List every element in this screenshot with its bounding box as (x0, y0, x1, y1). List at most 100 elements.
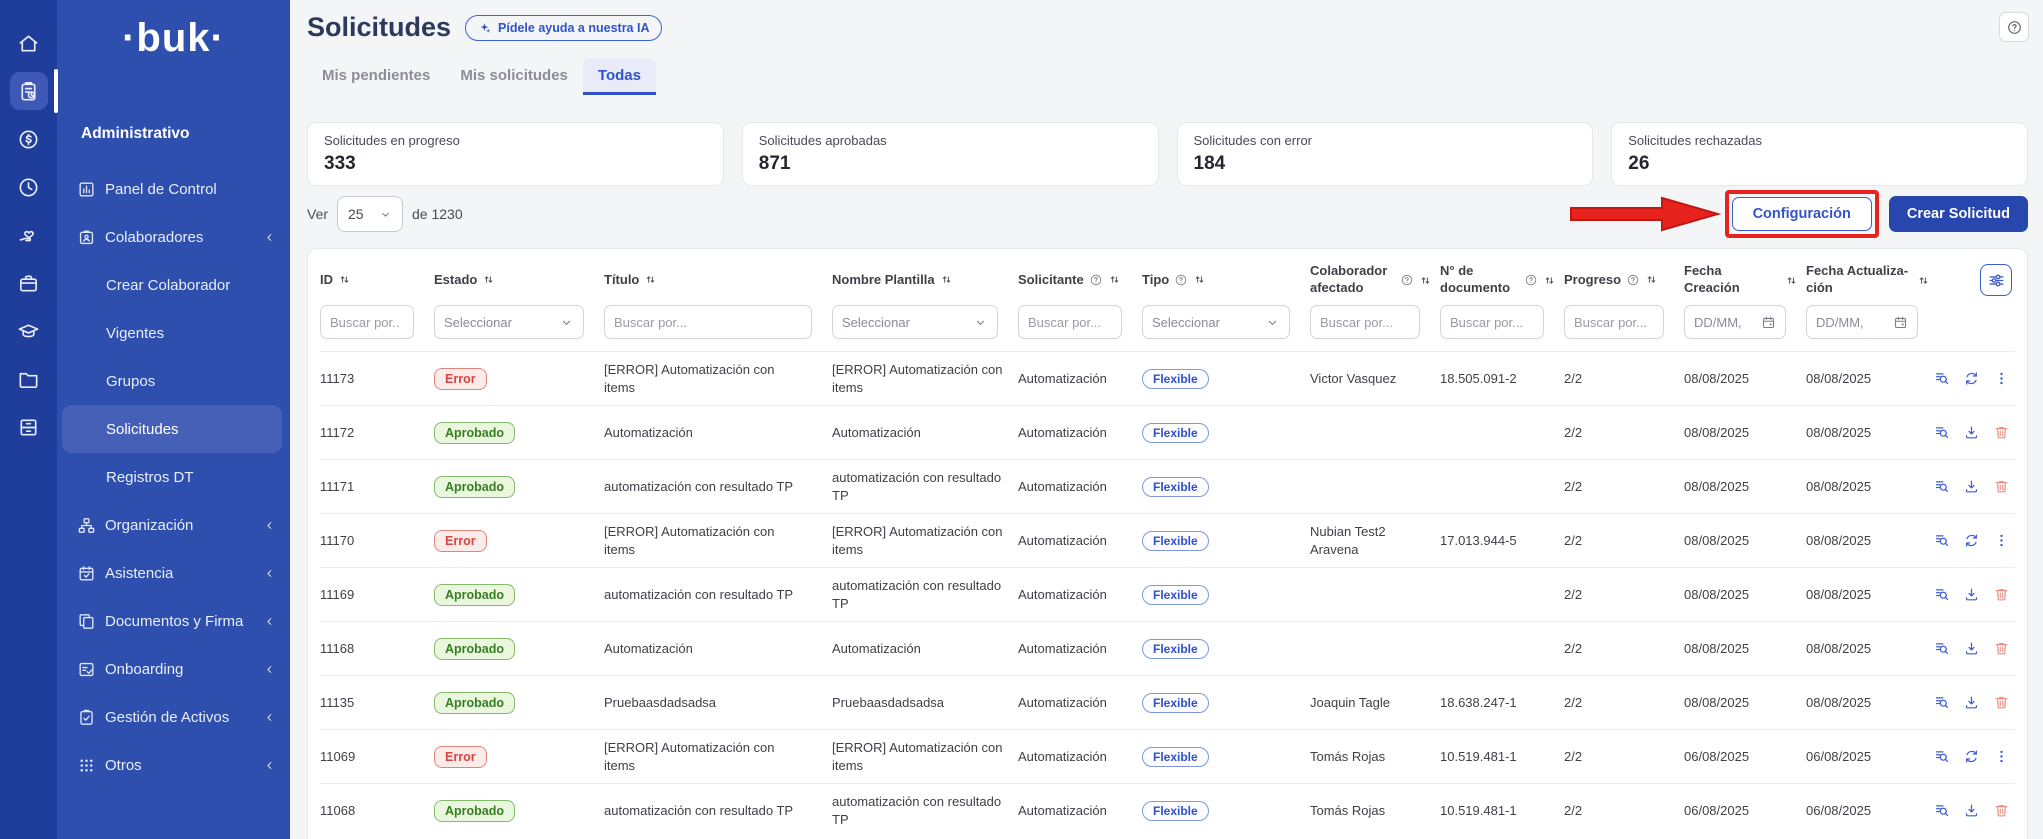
download-action-icon[interactable] (1963, 478, 1980, 495)
sort-icon[interactable] (1543, 274, 1556, 287)
rail-item-briefcase[interactable] (10, 264, 48, 302)
file-search-action-icon[interactable] (1933, 478, 1950, 495)
rail-item-clock[interactable] (10, 168, 48, 206)
menu-item-documentos-y-firma[interactable]: Documentos y Firma (57, 597, 290, 645)
menu-item-vigentes[interactable]: Vigentes (57, 309, 290, 357)
filter-input-0[interactable] (320, 305, 414, 339)
table-row[interactable]: 11168AprobadoAutomatizaciónAutomatizació… (320, 621, 2015, 675)
menu-item-panel-de-control[interactable]: Panel de Control (57, 165, 290, 213)
rail-item-requests[interactable] (10, 72, 48, 110)
table-row[interactable]: 11171Aprobadoautomatización con resultad… (320, 459, 2015, 513)
filter-input-6[interactable] (1310, 305, 1420, 339)
file-search-action-icon[interactable] (1933, 370, 1950, 387)
tab-mis-solicitudes[interactable]: Mis solicitudes (445, 58, 583, 95)
file-search-action-icon[interactable] (1933, 748, 1950, 765)
file-search-action-icon[interactable] (1933, 802, 1950, 819)
table-row[interactable]: 11068Aprobadoautomatización con resultad… (320, 783, 2015, 837)
menu-item-grupos[interactable]: Grupos (57, 357, 290, 405)
file-search-action-icon[interactable] (1933, 532, 1950, 549)
table-row[interactable]: 11135AprobadoPruebaasdadsadsaPruebaasdad… (320, 675, 2015, 729)
sort-icon[interactable] (1645, 273, 1658, 286)
filter-date-9[interactable]: DD/MM, (1684, 305, 1786, 339)
filter-select-1[interactable]: Seleccionar (434, 305, 584, 339)
kebab-action-icon[interactable] (1993, 532, 2010, 549)
tab-todas[interactable]: Todas (583, 58, 656, 95)
question-icon[interactable] (1400, 273, 1414, 287)
table-row[interactable]: 11173Error[ERROR] Automatización con ite… (320, 351, 2015, 405)
menu-item-crear-colaborador[interactable]: Crear Colaborador (57, 261, 290, 309)
rail-item-benefits[interactable] (10, 216, 48, 254)
sort-icon[interactable] (644, 273, 657, 286)
file-search-action-icon[interactable] (1933, 694, 1950, 711)
trash-action-icon[interactable] (1993, 802, 2010, 819)
filter-input-2[interactable] (604, 305, 812, 339)
menu-item-onboarding[interactable]: Onboarding (57, 645, 290, 693)
rail-item-education[interactable] (10, 312, 48, 350)
trash-action-icon[interactable] (1993, 424, 2010, 441)
help-button[interactable] (1999, 12, 2029, 42)
sort-icon[interactable] (338, 273, 351, 286)
refresh-action-icon[interactable] (1963, 748, 1980, 765)
menu-item-asistencia[interactable]: Asistencia (57, 549, 290, 597)
kebab-action-icon[interactable] (1993, 370, 2010, 387)
kebab-action-icon[interactable] (1993, 748, 2010, 765)
rail-item-money[interactable] (10, 120, 48, 158)
file-search-action-icon[interactable] (1933, 640, 1950, 657)
stat-card-solicitudes-en-progreso: Solicitudes en progreso333 (307, 122, 724, 186)
menu-item-otros[interactable]: Otros (57, 741, 290, 789)
question-icon[interactable] (1089, 273, 1103, 287)
configuracion-button[interactable]: Configuración (1732, 197, 1872, 231)
tab-mis-pendientes[interactable]: Mis pendientes (307, 58, 445, 95)
menu-item-gestion-de-activos[interactable]: Gestión de Activos (57, 693, 290, 741)
download-action-icon[interactable] (1963, 640, 1980, 657)
menu-item-label: Grupos (106, 373, 155, 390)
ai-help-button[interactable]: Pídele ayuda a nuestra IA (465, 15, 662, 41)
table-row[interactable]: 11169Aprobadoautomatización con resultad… (320, 567, 2015, 621)
trash-action-icon[interactable] (1993, 694, 2010, 711)
sort-icon[interactable] (1785, 274, 1798, 287)
menu-item-solicitudes[interactable]: Solicitudes (62, 405, 282, 453)
page-size-select[interactable]: 25 (337, 196, 403, 232)
menu-item-organizacion[interactable]: Organización (57, 501, 290, 549)
sort-icon[interactable] (1193, 273, 1206, 286)
filter-input-8[interactable] (1564, 305, 1664, 339)
sort-icon[interactable] (1108, 273, 1121, 286)
rail-item-home[interactable] (10, 24, 48, 62)
table-row[interactable]: 11172AprobadoAutomatizaciónAutomatizació… (320, 405, 2015, 459)
file-search-action-icon[interactable] (1933, 586, 1950, 603)
trash-action-icon[interactable] (1993, 478, 2010, 495)
file-search-action-icon[interactable] (1933, 424, 1950, 441)
sort-icon[interactable] (482, 273, 495, 286)
trash-action-icon[interactable] (1993, 586, 2010, 603)
filter-select-3[interactable]: Seleccionar (832, 305, 998, 339)
sort-icon[interactable] (1917, 274, 1930, 287)
column-settings-button[interactable] (1980, 264, 2012, 296)
sort-icon[interactable] (1419, 274, 1432, 287)
download-action-icon[interactable] (1963, 424, 1980, 441)
stat-label: Solicitudes aprobadas (759, 133, 1142, 148)
rail-item-cabinet[interactable] (10, 408, 48, 446)
filter-date-10[interactable]: DD/MM, (1806, 305, 1918, 339)
menu-item-colaboradores[interactable]: Colaboradores (57, 213, 290, 261)
download-action-icon[interactable] (1963, 586, 1980, 603)
filter-input-7[interactable] (1440, 305, 1544, 339)
question-icon[interactable] (1626, 273, 1640, 287)
question-icon[interactable] (1174, 273, 1188, 287)
download-action-icon[interactable] (1963, 694, 1980, 711)
menu-item-registros-dt[interactable]: Registros DT (57, 453, 290, 501)
rail-item-folder[interactable] (10, 360, 48, 398)
table-row[interactable]: 11170Error[ERROR] Automatización con ite… (320, 513, 2015, 567)
table-row[interactable]: 11069Error[ERROR] Automatización con ite… (320, 729, 2015, 783)
refresh-action-icon[interactable] (1963, 532, 1980, 549)
filter-select-5[interactable]: Seleccionar (1142, 305, 1290, 339)
cell-solicitante: Automatización (1018, 749, 1140, 764)
refresh-action-icon[interactable] (1963, 370, 1980, 387)
question-icon[interactable] (1524, 273, 1538, 287)
download-action-icon[interactable] (1963, 802, 1980, 819)
sort-icon[interactable] (940, 273, 953, 286)
trash-action-icon[interactable] (1993, 640, 2010, 657)
filter-input-4[interactable] (1018, 305, 1122, 339)
crear-solicitud-button[interactable]: Crear Solicitud (1889, 196, 2028, 232)
cell-actions (1938, 640, 2018, 657)
cell-nombre-plantilla: [ERROR] Automatización con items (832, 361, 1016, 396)
